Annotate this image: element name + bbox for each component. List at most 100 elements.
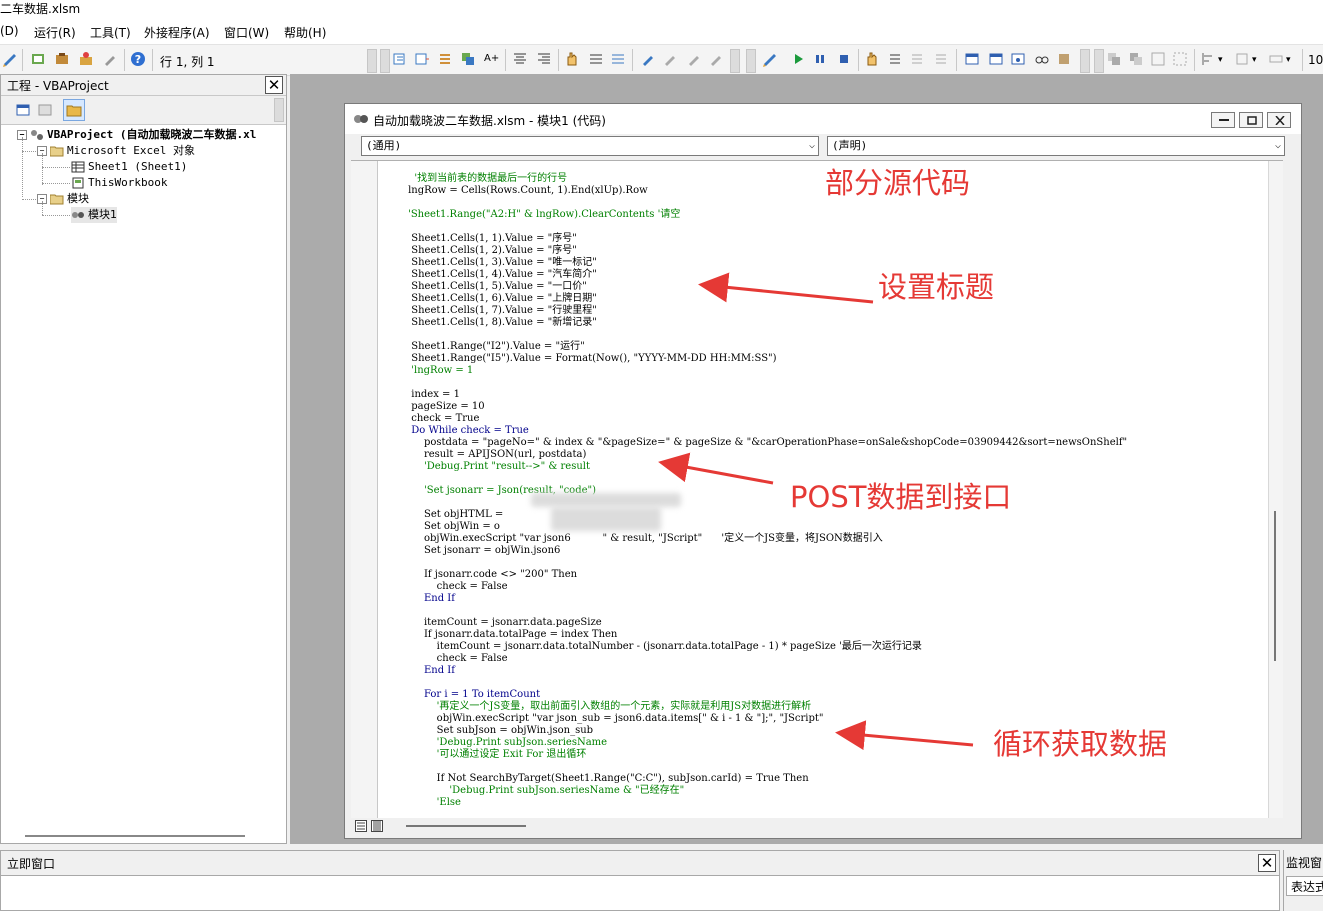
tree-node-module1[interactable]: 模块1: [71, 207, 117, 223]
code-line[interactable]: result = APIJSON(url, postdata): [389, 449, 586, 461]
code-line[interactable]: Sheet1.Range("I2").Value = "运行": [389, 341, 584, 353]
code-line[interactable]: Do While check = True: [389, 425, 529, 437]
code-line[interactable]: 'Debug.Print subJson.seriesName: [389, 737, 607, 749]
code-line[interactable]: Sheet1.Cells(1, 8).Value = "新增记录": [389, 317, 597, 329]
zoom-box[interactable]: 10: [1308, 53, 1323, 67]
full-module-view-icon[interactable]: [371, 820, 383, 832]
tree-node-sheet1[interactable]: Sheet1 (Sheet1): [71, 159, 187, 175]
group-icon[interactable]: [1150, 51, 1166, 67]
menu-window[interactable]: 窗口(W): [224, 24, 269, 41]
toolbar-grip[interactable]: [730, 49, 740, 73]
object-combo[interactable]: (通用) ⌵: [361, 136, 819, 156]
toggle-bookmark-icon[interactable]: [640, 51, 656, 67]
code-line[interactable]: End If: [389, 665, 455, 677]
step-over-icon[interactable]: [910, 51, 926, 67]
toolbar-grip[interactable]: [274, 98, 284, 122]
procedure-combo[interactable]: (声明) ⌵: [827, 136, 1285, 156]
quick-watch-icon[interactable]: [1034, 51, 1050, 67]
close-icon[interactable]: ✕: [265, 76, 283, 94]
object-browser-icon[interactable]: [30, 51, 46, 67]
toggle-breakpoint-icon[interactable]: [864, 51, 880, 67]
call-stack-icon[interactable]: [1056, 51, 1072, 67]
step-into-icon[interactable]: [888, 51, 904, 67]
code-line[interactable]: check = False: [389, 581, 508, 593]
toggle-folders-button[interactable]: [63, 99, 85, 121]
code-line[interactable]: '找到当前表的数据最后一行的行号: [389, 173, 567, 185]
bring-front-icon[interactable]: [1106, 51, 1122, 67]
code-line[interactable]: index = 1: [389, 389, 460, 401]
code-line[interactable]: postdata = "pageNo=" & index & "&pageSiz…: [389, 437, 1127, 449]
code-line[interactable]: Sheet1.Cells(1, 3).Value = "唯一标记": [389, 257, 597, 269]
clear-bookmarks-icon[interactable]: [708, 51, 724, 67]
code-line[interactable]: itemCount = jsonarr.data.pageSize: [389, 617, 602, 629]
code-line[interactable]: '再定义一个JS变量，取出前面引入数组的一个元素，实际就是利用JS对数据进行解析: [389, 701, 811, 713]
design-mode-icon[interactable]: [2, 51, 18, 67]
code-line[interactable]: Set objWin = o: [389, 521, 500, 533]
code-line[interactable]: 'Sheet1.Range("A2:H" & lngRow).ClearCont…: [389, 209, 680, 221]
code-line[interactable]: Sheet1.Cells(1, 2).Value = "序号": [389, 245, 577, 257]
tree-node-vbaproject[interactable]: − VBAProject (自动加载晓波二车数据.xl: [17, 127, 256, 143]
code-line[interactable]: 'lngRow = 1: [389, 365, 473, 377]
toolbar-grip[interactable]: [1080, 49, 1090, 73]
code-line[interactable]: objWin.execScript "var json_sub = json6.…: [389, 713, 824, 725]
code-line[interactable]: check = True: [389, 413, 479, 425]
align-right-icon[interactable]: [536, 51, 552, 67]
menu-addins[interactable]: 外接程序(A): [144, 24, 210, 41]
toolbar-grip[interactable]: [746, 49, 756, 73]
watch-column-header[interactable]: 表达式: [1286, 876, 1323, 896]
toolbox-icon[interactable]: [78, 51, 94, 67]
code-line[interactable]: lngRow = Cells(Rows.Count, 1).End(xlUp).…: [389, 185, 648, 197]
immediate-window-icon[interactable]: [988, 51, 1004, 67]
minimize-button[interactable]: [1211, 112, 1235, 128]
next-bookmark-icon[interactable]: [662, 51, 678, 67]
complete-word-icon[interactable]: A+: [484, 53, 499, 64]
help-icon[interactable]: ?: [130, 51, 146, 67]
menu-tools[interactable]: 工具(T): [90, 24, 131, 41]
prev-bookmark-icon[interactable]: [686, 51, 702, 67]
horizontal-scroll-thumb[interactable]: [406, 825, 526, 827]
scroll-thumb[interactable]: [1274, 511, 1276, 661]
immediate-input[interactable]: [7, 879, 1273, 909]
code-line[interactable]: pageSize = 10: [389, 401, 484, 413]
restore-button[interactable]: [1239, 112, 1263, 128]
code-line[interactable]: Set subJson = objWin.json_sub: [389, 725, 593, 737]
horizontal-scrollbar[interactable]: [25, 835, 245, 837]
indent-icon[interactable]: [392, 51, 408, 67]
menu-run[interactable]: 运行(R): [34, 24, 76, 41]
procedure-view-icon[interactable]: [355, 820, 367, 832]
code-line[interactable]: check = False: [389, 653, 508, 665]
align-left-icon[interactable]: [1200, 51, 1216, 67]
outdent-icon[interactable]: [414, 51, 430, 67]
code-line[interactable]: Sheet1.Cells(1, 1).Value = "序号": [389, 233, 577, 245]
run-icon[interactable]: [790, 51, 806, 67]
close-icon[interactable]: ✕: [1258, 854, 1276, 872]
toolbar-grip[interactable]: [380, 49, 390, 73]
toolbar-grip[interactable]: [367, 49, 377, 73]
size-icon[interactable]: [1268, 51, 1284, 67]
code-line[interactable]: End If: [389, 593, 455, 605]
code-line[interactable]: Sheet1.Cells(1, 6).Value = "上牌日期": [389, 293, 597, 305]
toolbar-grip[interactable]: [1094, 49, 1104, 73]
code-line[interactable]: Set objHTML =: [389, 509, 506, 521]
code-line[interactable]: Sheet1.Range("I5").Value = Format(Now(),…: [389, 353, 776, 365]
code-line[interactable]: If Not SearchByTarget(Sheet1.Range("C:C"…: [389, 773, 809, 785]
code-line[interactable]: objWin.execScript "var json6 " & result,…: [389, 533, 883, 545]
tree-node-thisworkbook[interactable]: ThisWorkbook: [71, 175, 167, 191]
code-line[interactable]: Sheet1.Cells(1, 7).Value = "行驶里程": [389, 305, 597, 317]
uncomment-block-icon[interactable]: [610, 51, 626, 67]
vertical-scrollbar[interactable]: [1268, 161, 1283, 819]
menu-debug[interactable]: (D): [0, 24, 19, 38]
code-line[interactable]: Sheet1.Cells(1, 5).Value = "一口价": [389, 281, 587, 293]
view-code-icon[interactable]: [15, 102, 31, 118]
tree-node-modules[interactable]: − 模块: [37, 191, 89, 207]
watch-window-icon[interactable]: [1010, 51, 1026, 67]
code-line[interactable]: If jsonarr.data.totalPage = index Then: [389, 629, 617, 641]
margin-indicator-bar[interactable]: [351, 161, 378, 819]
ungroup-icon[interactable]: [1172, 51, 1188, 67]
view-object-icon[interactable]: [37, 102, 53, 118]
tree-node-excel-objects[interactable]: − Microsoft Excel 对象: [37, 143, 195, 159]
code-line[interactable]: Sheet1.Cells(1, 4).Value = "汽车简介": [389, 269, 597, 281]
design-mode-icon-2[interactable]: [762, 51, 778, 67]
quick-info-icon[interactable]: [460, 51, 476, 67]
break-icon[interactable]: [812, 51, 828, 67]
